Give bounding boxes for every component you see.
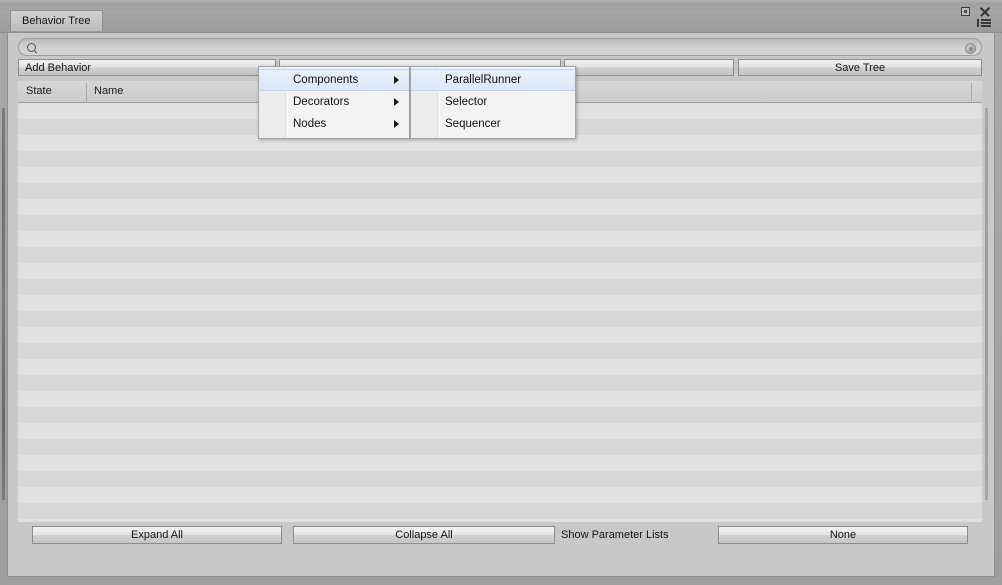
menu-item-parallelrunner[interactable]: ParallelRunner [411,69,575,91]
left-edge-rail [2,108,5,500]
maximize-icon[interactable] [961,7,970,16]
menu-item-decorators-label: Decorators [293,96,350,108]
chevron-right-icon [394,76,399,84]
tab-behavior-tree-label: Behavior Tree [22,15,91,27]
menu-item-parallelrunner-label: ParallelRunner [445,74,522,86]
window-titlebar: Behavior Tree [0,0,1002,33]
parameter-lists-value: None [829,529,857,541]
chevron-right-icon [394,120,399,128]
save-tree-label: Save Tree [834,61,886,74]
editor-window: Behavior Tree Add Behavior Save Tree Sta… [0,0,1002,585]
expand-all-label: Expand All [131,529,183,541]
column-divider-right [971,83,972,101]
hamburger-menu-icon[interactable] [977,19,991,27]
search-row [18,38,982,56]
window-controls [961,4,997,28]
search-icon [27,43,36,52]
menu-item-nodes-label: Nodes [293,118,327,130]
search-box[interactable] [18,38,982,56]
menu-item-sequencer-label: Sequencer [445,118,501,130]
collapse-all-label: Collapse All [395,529,453,541]
menu-item-nodes[interactable]: Nodes [259,113,409,135]
collapse-all-button[interactable]: Collapse All [293,526,555,544]
right-edge-rail [985,108,988,500]
menu-item-sequencer[interactable]: Sequencer [411,113,575,135]
add-behavior-dropdown[interactable]: Add Behavior [18,59,276,76]
column-header-state[interactable]: State [26,85,52,97]
parameter-lists-dropdown[interactable]: None [718,526,968,544]
menu-item-components-label: Components [293,74,359,86]
titlebar-top-edge [0,0,1002,3]
close-icon[interactable] [979,6,990,17]
column-divider [86,83,87,101]
column-header-name[interactable]: Name [94,85,123,97]
behavior-tree-list[interactable] [18,103,982,522]
search-clear-icon[interactable] [965,43,976,54]
menu-item-decorators[interactable]: Decorators [259,91,409,113]
add-behavior-label: Add Behavior [25,61,92,74]
bottom-toolbar: Expand All Collapse All Show Parameter L… [18,526,982,546]
components-submenu[interactable]: ParallelRunner Selector Sequencer [410,66,576,139]
search-input[interactable] [41,40,966,55]
chevron-right-icon [394,98,399,106]
menu-item-selector-label: Selector [445,96,488,108]
menu-item-selector[interactable]: Selector [411,91,575,113]
save-tree-button[interactable]: Save Tree [738,59,982,76]
tab-behavior-tree[interactable]: Behavior Tree [10,10,104,31]
menu-item-components[interactable]: Components [259,69,409,91]
add-behavior-context-menu[interactable]: Components Decorators Nodes [258,66,410,139]
expand-all-button[interactable]: Expand All [32,526,282,544]
show-parameter-lists-label: Show Parameter Lists [561,529,669,541]
tertiary-dropdown[interactable] [564,59,734,76]
